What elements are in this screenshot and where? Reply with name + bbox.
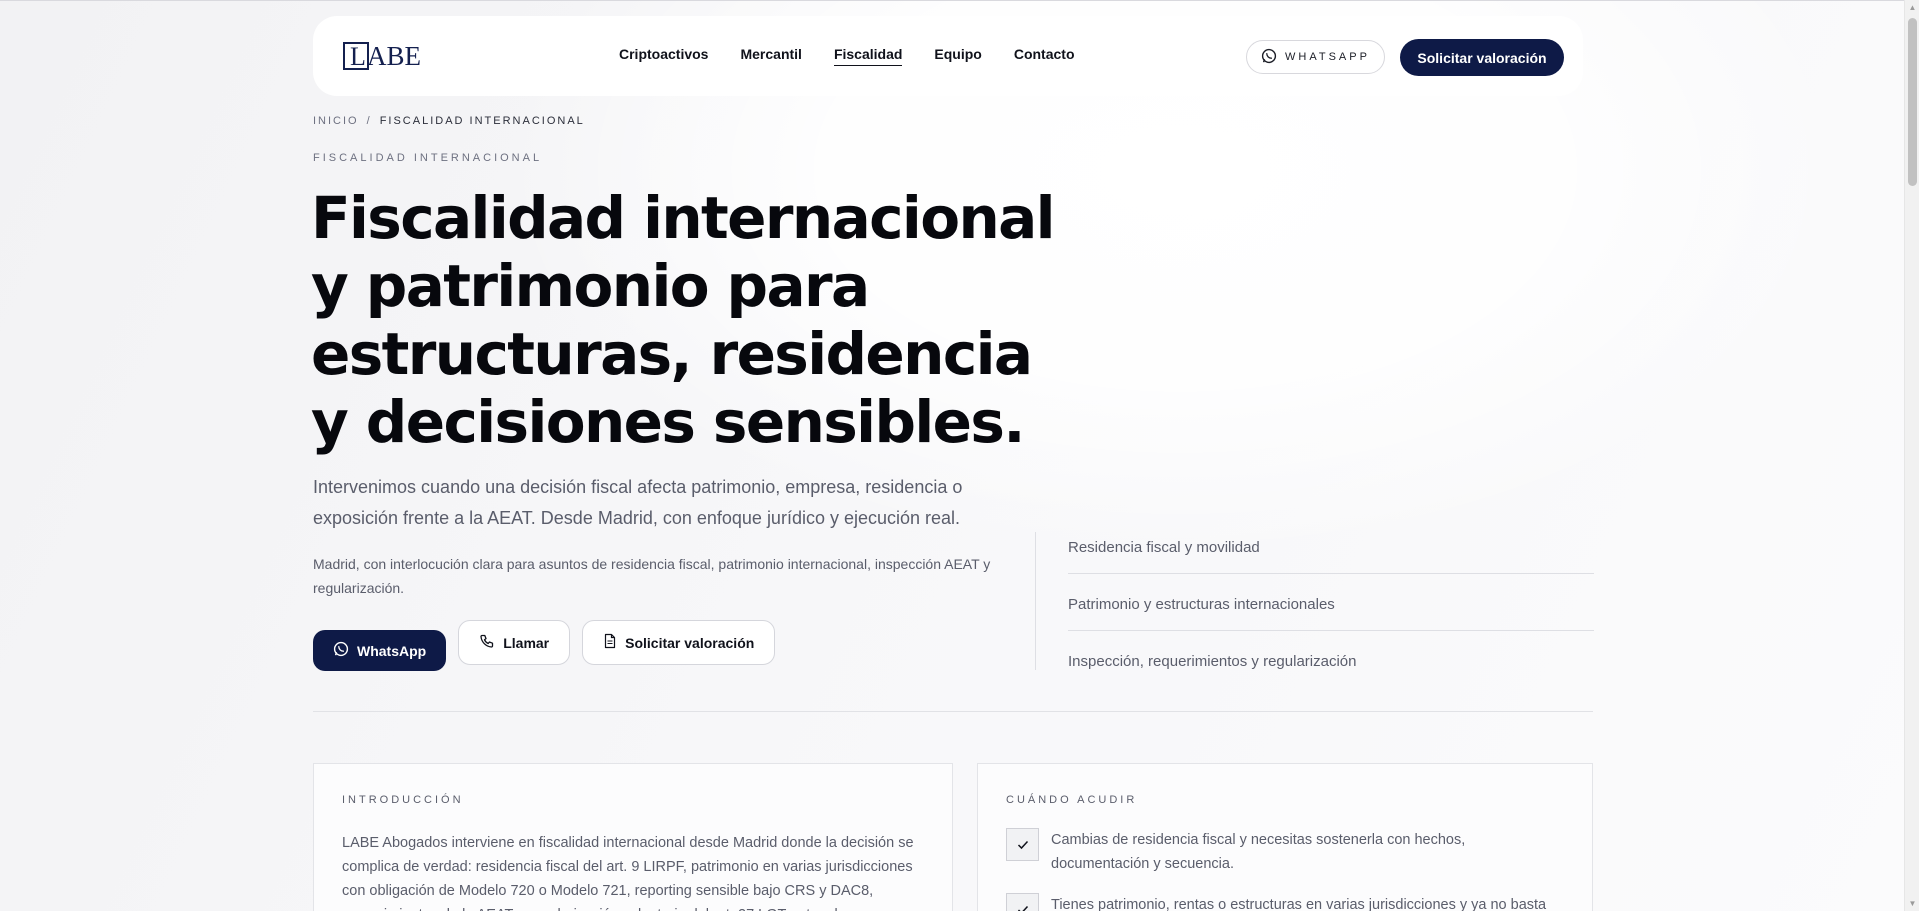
- title-line: Fiscalidad internacional: [311, 184, 1056, 252]
- whatsapp-button[interactable]: WhatsApp: [313, 630, 447, 671]
- nav-item-mercantil[interactable]: Mercantil: [740, 46, 801, 66]
- page: L ABE Criptoactivos Mercantil Fiscalidad…: [0, 0, 1904, 911]
- service-item-inspeccion[interactable]: Inspección, requerimientos y regularizac…: [1068, 653, 1594, 670]
- intro-card: INTRODUCCIÓN LABE Abogados interviene en…: [313, 763, 953, 911]
- breadcrumb-home[interactable]: INICIO: [313, 115, 359, 127]
- checklist-item-text: Tienes patrimonio, rentas o estructuras …: [1051, 897, 1547, 911]
- checklist-item-text: Cambias de residencia fiscal y necesitas…: [1051, 832, 1466, 872]
- checklist-item: Cambias de residencia fiscal y necesitas…: [1006, 828, 1566, 876]
- breadcrumb-current: FISCALIDAD INTERNACIONAL: [379, 115, 585, 127]
- intro-card-label: INTRODUCCIÓN: [342, 794, 464, 806]
- logo-text: ABE: [367, 41, 421, 71]
- service-divider: [1068, 573, 1594, 574]
- nav-item-contacto[interactable]: Contacto: [1014, 46, 1075, 66]
- call-button[interactable]: Llamar: [458, 620, 571, 665]
- valuation-button-label: Solicitar valoración: [625, 634, 755, 651]
- document-icon: [603, 633, 617, 652]
- scroll-thumb[interactable]: [1908, 18, 1917, 186]
- service-divider: [1068, 630, 1594, 631]
- service-list: Residencia fiscal y movilidad Patrimonio…: [1035, 532, 1594, 670]
- hero-sub: Madrid, con interlocución clara para asu…: [313, 556, 991, 596]
- breadcrumb: INICIO / FISCALIDAD INTERNACIONAL: [313, 115, 585, 127]
- valuation-button[interactable]: Solicitar valoración: [582, 620, 776, 665]
- nav-item-equipo[interactable]: Equipo: [934, 46, 981, 66]
- scroll-down-arrow-icon[interactable]: ▼: [1908, 899, 1917, 908]
- logo[interactable]: L ABE: [343, 41, 421, 71]
- nav-item-fiscalidad[interactable]: Fiscalidad: [833, 46, 903, 66]
- check-icon: [1006, 893, 1039, 911]
- nav-item-criptoactivos[interactable]: Criptoactivos: [619, 46, 708, 66]
- service-item-patrimonio[interactable]: Patrimonio y estructuras internacionales: [1068, 596, 1594, 613]
- header-cta-button[interactable]: Solicitar valoración: [1400, 39, 1564, 76]
- hero-eyebrow: FISCALIDAD INTERNACIONAL: [313, 152, 543, 164]
- title-line: y patrimonio para: [311, 252, 870, 320]
- checklist-item: Tienes patrimonio, rentas o estructuras …: [1006, 893, 1566, 911]
- breadcrumb-separator: /: [366, 115, 372, 127]
- section-divider: [313, 711, 1593, 712]
- hero-lead: Intervenimos cuando una decisión fiscal …: [313, 477, 963, 528]
- whatsapp-button-label: WhatsApp: [357, 642, 427, 659]
- title-line: y decisiones sensibles.: [311, 388, 1025, 456]
- whatsapp-icon: [333, 641, 349, 660]
- hero-actions: WhatsApp Llamar Solicitar valoración: [313, 620, 776, 671]
- top-border: [0, 0, 1919, 1]
- when-card-label: CUÁNDO ACUDIR: [1006, 794, 1138, 806]
- page-title: Fiscalidad internacional y patrimonio pa…: [311, 184, 1056, 456]
- when-card: CUÁNDO ACUDIR Cambias de residencia fisc…: [977, 763, 1593, 911]
- phone-icon: [479, 633, 495, 652]
- logo-mark: L: [343, 42, 369, 70]
- header-whatsapp-label: WHATSAPP: [1285, 51, 1370, 63]
- title-line: estructuras, residencia: [311, 320, 1033, 388]
- scroll-up-arrow-icon[interactable]: ▲: [1908, 3, 1917, 12]
- vertical-scrollbar[interactable]: ▲ ▼: [1904, 0, 1919, 911]
- header-whatsapp-button[interactable]: WHATSAPP: [1246, 40, 1385, 74]
- whatsapp-icon: [1261, 48, 1277, 67]
- main-nav: Criptoactivos Mercantil Fiscalidad Equip…: [619, 46, 1075, 66]
- check-icon: [1006, 828, 1039, 861]
- intro-card-body: LABE Abogados interviene en fiscalidad i…: [342, 835, 914, 911]
- service-item-residencia[interactable]: Residencia fiscal y movilidad: [1068, 539, 1594, 556]
- site-header: L ABE Criptoactivos Mercantil Fiscalidad…: [313, 16, 1583, 96]
- call-button-label: Llamar: [503, 634, 550, 651]
